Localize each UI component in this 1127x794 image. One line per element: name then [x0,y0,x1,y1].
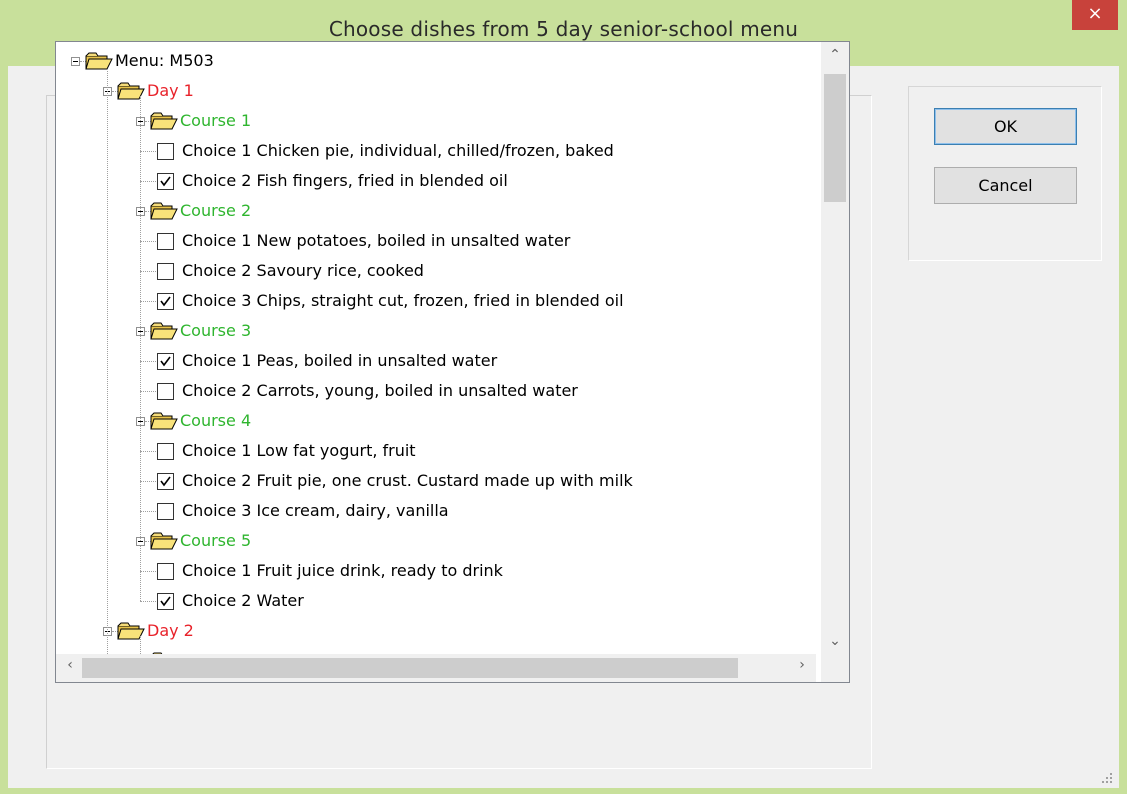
tree-node-course[interactable]: Course 3 [180,321,251,341]
scroll-right-arrow-icon[interactable]: › [792,657,812,679]
cancel-button[interactable]: Cancel [934,167,1077,204]
tree-node-course[interactable]: Course 4 [180,411,251,431]
checkbox-icon[interactable] [157,563,174,580]
tree-connector [140,546,141,601]
folder-icon-graphic [150,322,178,340]
folder-icon [150,202,178,220]
tree-connector [140,181,156,182]
tree-item-choice[interactable]: Choice 2 Water [182,591,304,611]
checkbox-icon[interactable] [157,503,174,520]
checkmark-icon [160,476,171,487]
checkmark-icon [160,176,171,187]
tree-root-menu[interactable]: Menu: M503 [115,51,214,71]
checkmark-icon [160,596,171,607]
tree-connector [140,571,156,572]
tree-node-course[interactable]: Course 2 [180,201,251,221]
tree-connector [140,216,141,301]
tree-node-course[interactable]: Course 5 [180,531,251,551]
tree-connector [107,71,108,654]
tree-connector [140,511,156,512]
tree-node-day[interactable]: Day 1 [147,81,194,101]
horizontal-scroll-thumb[interactable] [82,658,738,678]
folder-icon-graphic [150,202,178,220]
tree-item-choice[interactable]: Choice 1 Chicken pie, individual, chille… [182,141,614,161]
tree-connector [140,271,156,272]
tree-item-choice[interactable]: Choice 1 New potatoes, boiled in unsalte… [182,231,570,251]
menu-tree-view[interactable]: Menu: M503 Day 1 Course 1 Choice 1 Chicken … [55,41,850,683]
tree-connector [140,601,156,602]
resize-grip-icon[interactable] [1101,772,1113,784]
checkbox-icon[interactable] [157,263,174,280]
checkbox-icon[interactable] [157,383,174,400]
minus-box-icon[interactable] [71,57,80,66]
tree-connector [140,451,156,452]
checkmark-icon [160,356,171,367]
checkbox-icon[interactable] [157,593,174,610]
tree-item-choice[interactable]: Choice 1 Fruit juice drink, ready to dri… [182,561,503,581]
horizontal-scrollbar[interactable]: ‹ › [56,654,816,682]
folder-icon-graphic [150,112,178,130]
checkbox-icon[interactable] [157,293,174,310]
tree-connector [140,481,156,482]
tree-item-choice[interactable]: Choice 2 Fish fingers, fried in blended … [182,171,508,191]
folder-icon [85,52,113,70]
tree-connector [140,391,156,392]
folder-icon [150,532,178,550]
tree-connector [140,361,156,362]
tree-item-choice[interactable]: Choice 2 Fruit pie, one crust. Custard m… [182,471,633,491]
close-button[interactable]: × [1072,0,1118,30]
tree-item-choice[interactable]: Choice 1 Peas, boiled in unsalted water [182,351,497,371]
tree-item-choice[interactable]: Choice 1 Low fat yogurt, fruit [182,441,416,461]
scroll-up-arrow-icon[interactable]: ⌃ [821,44,849,66]
window-title: Choose dishes from 5 day senior-school m… [328,17,799,41]
vertical-scrollbar[interactable]: ⌃ ⌄ [821,42,849,654]
tree-connector [140,636,141,654]
checkbox-icon[interactable] [157,233,174,250]
folder-icon [150,322,178,340]
folder-icon-graphic [85,52,113,70]
folder-icon [150,112,178,130]
checkbox-icon[interactable] [157,473,174,490]
tree-connector [140,301,156,302]
folder-icon [150,412,178,430]
tree-connector [140,126,141,181]
folder-icon-graphic [150,532,178,550]
tree-connector [140,151,156,152]
tree-content[interactable]: Menu: M503 Day 1 Course 1 Choice 1 Chicken … [56,42,816,654]
tree-connector [140,426,141,511]
checkbox-icon[interactable] [157,173,174,190]
checkmark-icon [160,296,171,307]
checkbox-icon[interactable] [157,143,174,160]
tree-item-choice[interactable]: Choice 3 Chips, straight cut, frozen, fr… [182,291,624,311]
tree-node-day[interactable]: Day 2 [147,621,194,641]
scroll-down-arrow-icon[interactable]: ⌄ [821,630,849,652]
scrollbar-corner [821,654,849,682]
tree-item-choice[interactable]: Choice 2 Carrots, young, boiled in unsal… [182,381,578,401]
tree-node-course[interactable]: Course 1 [180,111,251,131]
tree-connector [140,336,141,391]
ok-button[interactable]: OK [934,108,1077,145]
vertical-scroll-thumb[interactable] [824,74,846,202]
folder-icon-graphic [150,412,178,430]
checkbox-icon[interactable] [157,353,174,370]
scroll-left-arrow-icon[interactable]: ‹ [60,657,80,679]
tree-item-choice[interactable]: Choice 3 Ice cream, dairy, vanilla [182,501,449,521]
checkbox-icon[interactable] [157,443,174,460]
tree-item-choice[interactable]: Choice 2 Savoury rice, cooked [182,261,424,281]
tree-connector [140,241,156,242]
